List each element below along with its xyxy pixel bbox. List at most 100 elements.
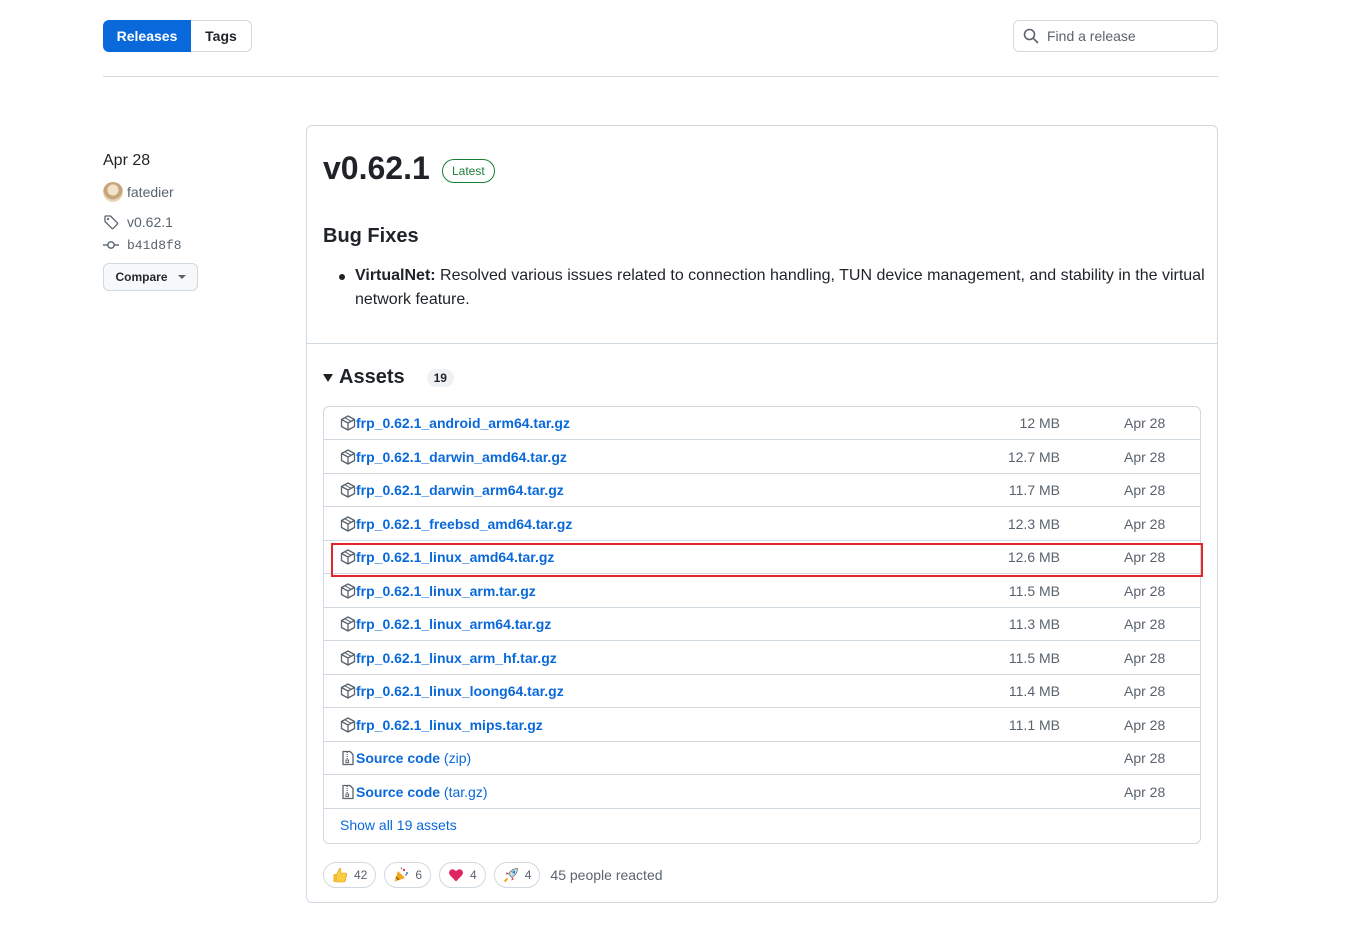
asset-row: frp_0.62.1_linux_mips.tar.gz 11.1 MB Apr 2…: [324, 709, 1200, 742]
package-icon: [340, 616, 356, 632]
release-tabs: Releases Tags: [103, 20, 252, 52]
release-card: v0.62.1 Latest Bug Fixes VirtualNet: Res…: [306, 125, 1218, 903]
note-text: Resolved various issues related to conne…: [355, 267, 1205, 308]
thumbs-up-icon: [332, 867, 348, 883]
asset-row: frp_0.62.1_darwin_amd64.tar.gz 12.7 MB Apr…: [324, 441, 1200, 474]
asset-link[interactable]: frp_0.62.1_linux_arm.tar.gz: [356, 583, 536, 599]
releases-tab[interactable]: Releases: [103, 20, 191, 52]
asset-row: frp_0.62.1_android_arm64.tar.gz 12 MB Apr …: [324, 407, 1200, 440]
file-zip-icon: [340, 784, 356, 800]
asset-name: frp_0.62.1_android_arm64.tar.gz: [356, 415, 570, 431]
tag-name: v0.62.1: [127, 214, 173, 230]
assets-toggle[interactable]: Assets 19: [323, 366, 454, 389]
asset-link[interactable]: frp_0.62.1_android_arm64.tar.gz: [356, 415, 570, 431]
asset-link[interactable]: frp_0.62.1_freebsd_amd64.tar.gz: [356, 516, 572, 532]
asset-link[interactable]: frp_0.62.1_darwin_amd64.tar.gz: [356, 449, 567, 465]
commit-link[interactable]: b41d8f8: [103, 237, 182, 253]
asset-size: 12.3 MB: [1007, 515, 1060, 532]
package-icon: [340, 415, 356, 431]
asset-name: frp_0.62.1_linux_mips.tar.gz: [356, 716, 543, 733]
asset-size: 11.3 MB: [1008, 616, 1060, 632]
latest-badge: Latest: [442, 159, 495, 183]
release-title[interactable]: v0.62.1: [323, 150, 430, 187]
commit-hash: b41d8f8: [127, 237, 182, 253]
file-zip-icon: [340, 750, 356, 766]
party-popper-icon: [393, 867, 409, 883]
asset-link[interactable]: frp_0.62.1_linux_arm64.tar.gz: [356, 616, 551, 632]
reaction-thumbs-up[interactable]: 42: [323, 862, 377, 888]
asset-name: frp_0.62.1_freebsd_amd64.tar.gz: [356, 515, 573, 532]
asset-row: frp_0.62.1_linux_arm_hf.tar.gz 11.5 MB Apr…: [324, 642, 1200, 675]
release-notes: VirtualNet: Resolved various issues rela…: [339, 264, 1209, 312]
compare-button[interactable]: Compare: [103, 263, 198, 291]
package-icon: [340, 683, 356, 699]
asset-link[interactable]: frp_0.62.1_darwin_arm64.tar.gz: [356, 482, 564, 498]
asset-name: frp_0.62.1_darwin_amd64.tar.gz: [356, 448, 567, 465]
asset-date: Apr 28: [1124, 649, 1166, 666]
asset-size: 11.4 MB: [1008, 683, 1060, 699]
show-all-assets-link[interactable]: Show all 19 assets: [340, 817, 457, 833]
assets-list: Show all 19 assets frp_0.62.1_android_ar…: [323, 406, 1201, 844]
tag-link[interactable]: v0.62.1: [103, 214, 173, 230]
asset-row: frp_0.62.1_darwin_arm64.tar.gz 11.7 MB Apr…: [324, 474, 1200, 507]
release-date: Apr 28: [103, 152, 151, 169]
package-icon: [340, 582, 356, 599]
header-divider: [103, 76, 1218, 77]
asset-suffix: (tar.gz): [443, 783, 488, 800]
asset-date: Apr 28: [1124, 582, 1166, 599]
avatar: [103, 182, 123, 202]
asset-suffix: (zip): [443, 750, 472, 766]
asset-name: frp_0.62.1_darwin_arm64.tar.gz: [356, 482, 564, 498]
reaction-count: 4: [524, 868, 532, 882]
asset-name: frp_0.62.1_linux_arm.tar.gz: [356, 582, 536, 599]
asset-size: 12 MB: [1019, 415, 1060, 431]
package-icon: [340, 482, 356, 498]
heart-icon: [448, 867, 464, 883]
asset-size: 11.5 MB: [1008, 649, 1060, 666]
rocket-icon: [503, 867, 519, 883]
asset-link[interactable]: frp_0.62.1_linux_arm_hf.tar.gz: [356, 650, 557, 666]
assets-title: Assets: [339, 366, 405, 388]
asset-row: Source code (zip) Apr 28: [324, 742, 1200, 775]
asset-name: Source code: [356, 750, 441, 766]
asset-link[interactable]: Source code (zip): [356, 750, 471, 766]
reaction-hooray[interactable]: 6: [384, 862, 432, 888]
reaction-heart[interactable]: 4: [439, 862, 486, 888]
asset-date: Apr 28: [1124, 482, 1166, 498]
asset-date: Apr 28: [1124, 683, 1166, 699]
tag-icon: [103, 214, 119, 230]
find-release-search[interactable]: [1013, 20, 1218, 52]
asset-size: 11.5 MB: [1008, 582, 1060, 599]
asset-date: Apr 28: [1124, 515, 1166, 532]
note-item: VirtualNet: Resolved various issues rela…: [339, 264, 1209, 312]
reaction-count: 6: [415, 868, 423, 882]
asset-size: 12.7 MB: [1007, 448, 1060, 465]
package-icon: [340, 716, 356, 733]
search-icon: [1023, 28, 1039, 44]
asset-size: 11.1 MB: [1008, 716, 1060, 733]
tags-tab[interactable]: Tags: [191, 20, 252, 52]
reaction-count: 4: [470, 868, 477, 882]
commit-icon: [103, 237, 119, 253]
reactions-summary: 45 people reacted: [550, 867, 663, 883]
asset-link[interactable]: frp_0.62.1_linux_loong64.tar.gz: [356, 683, 564, 699]
asset-link[interactable]: frp_0.62.1_linux_mips.tar.gz: [356, 717, 543, 733]
compare-label: Compare: [115, 270, 168, 284]
asset-row: frp_0.62.1_linux_arm.tar.gz 11.5 MB Apr 28: [324, 575, 1200, 608]
reactions-bar: 42 6 4 4 45 people reacted: [323, 862, 663, 888]
card-divider: [307, 343, 1217, 344]
asset-row: frp_0.62.1_freebsd_amd64.tar.gz 12.3 MB Ap…: [324, 508, 1200, 541]
asset-row: frp_0.62.1_linux_loong64.tar.gz 11.4 MB Ap…: [324, 675, 1200, 708]
search-input[interactable]: [1047, 28, 1197, 44]
package-icon: [340, 448, 356, 465]
asset-date: Apr 28: [1124, 783, 1166, 800]
asset-name: frp_0.62.1_linux_arm64.tar.gz: [356, 616, 552, 632]
reaction-rocket[interactable]: 4: [493, 862, 541, 888]
asset-name: frp_0.62.1_linux_loong64.tar.gz: [356, 683, 564, 699]
asset-date: Apr 28: [1124, 750, 1166, 766]
asset-link[interactable]: Source code (tar.gz): [356, 784, 488, 800]
asset-row: Source code (tar.gz) Apr 28: [324, 776, 1200, 809]
asset-date: Apr 28: [1124, 716, 1166, 733]
asset-date: Apr 28: [1124, 616, 1166, 632]
author-link[interactable]: fatedier: [103, 182, 174, 202]
